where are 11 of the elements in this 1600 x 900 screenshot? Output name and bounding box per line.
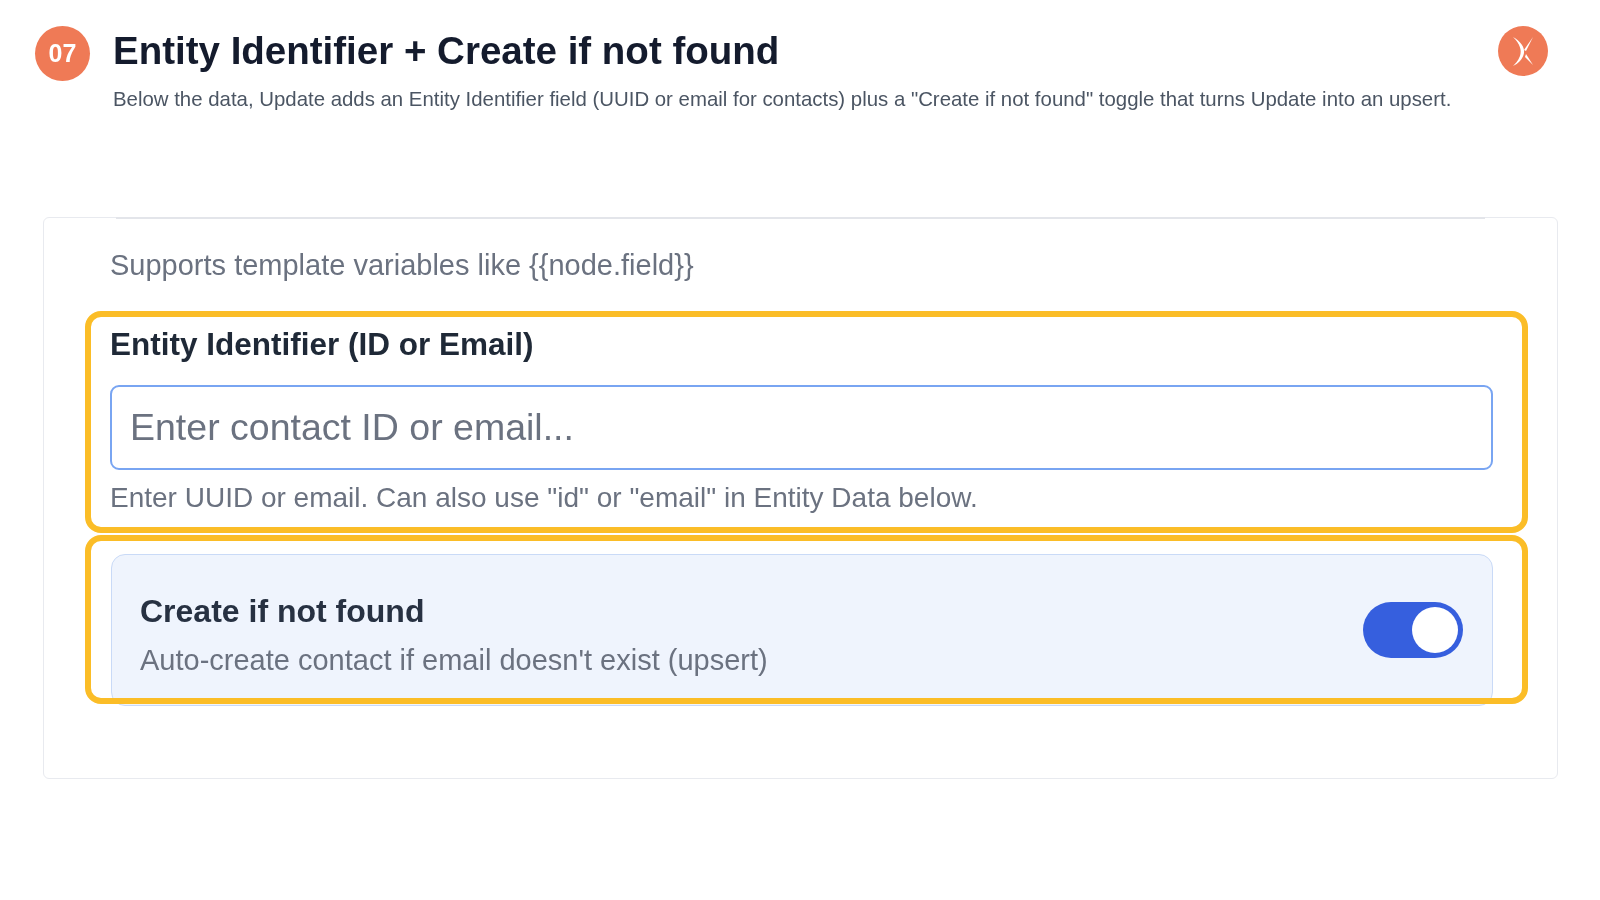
slide-subtitle: Below the data, Update adds an Entity Identifier field (UUID or email for contacts) plus a "Create if not found" toggle that turns Update into an upsert. (113, 87, 1453, 112)
step-badge: 07 (35, 26, 90, 81)
logo-icon (1498, 26, 1548, 76)
toggle-description: Auto-create contact if email doesn't exist (upsert) (140, 643, 769, 677)
help-text: Enter UUID or email. Can also use "id" or "email" in Entity Data below. (110, 481, 979, 515)
field-label: Entity Identifier (ID or Email) (110, 325, 535, 363)
identifier-input[interactable]: Enter contact ID or email... (110, 385, 1493, 470)
toggle-label: Create if not found (140, 592, 426, 630)
slide-title: Entity Identifier + Create if not found (113, 28, 781, 74)
hint-text: Supports template variables like {{node.field}} (110, 248, 695, 282)
toggle-switch[interactable] (1363, 602, 1463, 658)
